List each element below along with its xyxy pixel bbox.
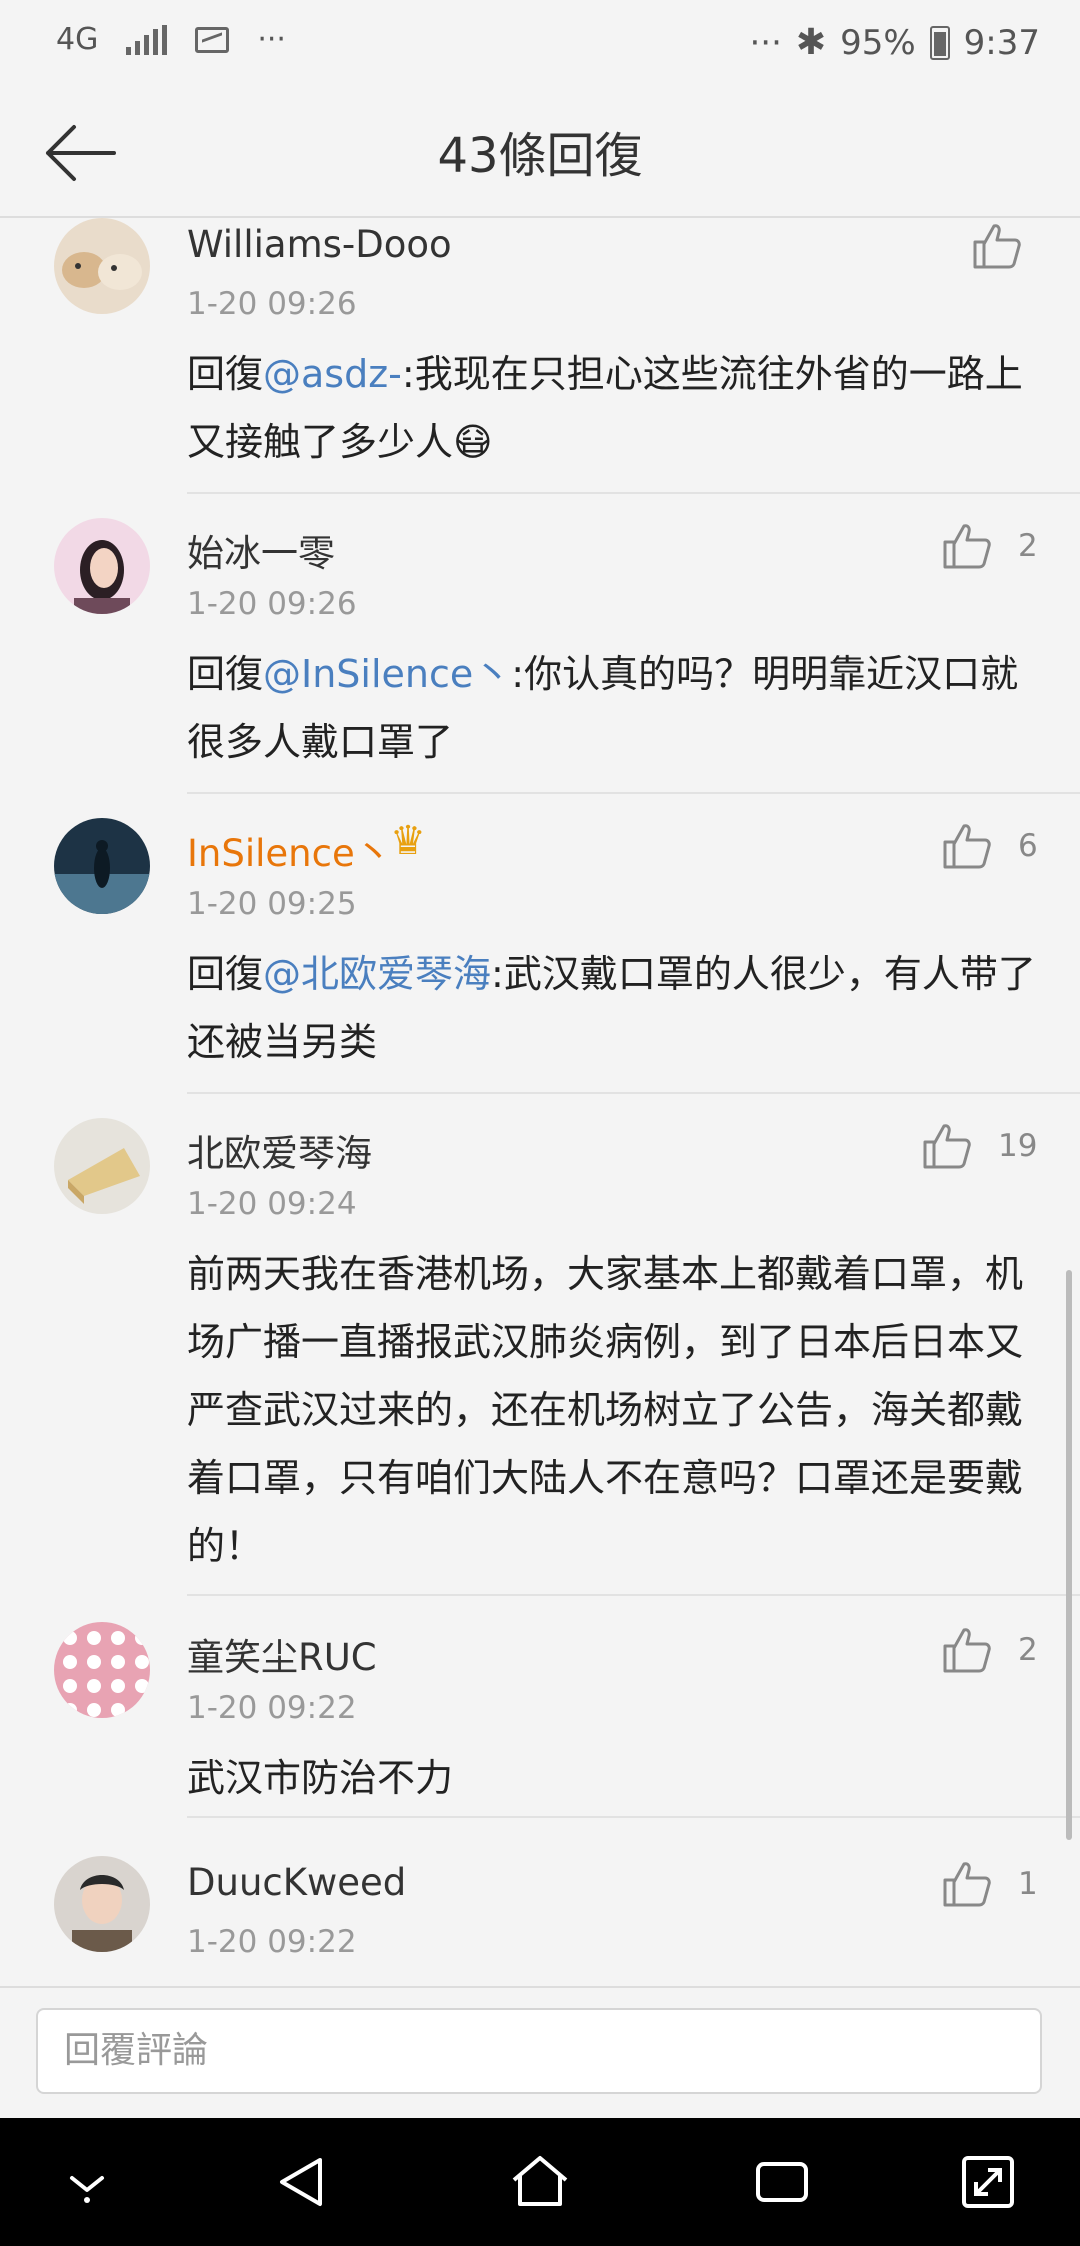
reply-input[interactable]: 回覆評論 (36, 2008, 1042, 2094)
reply-bar: 回覆評論 (0, 1986, 1080, 2118)
recents-icon[interactable] (752, 2152, 812, 2212)
comment-time: 1-20 09:25 (187, 886, 357, 922)
like-count: 2 (1018, 528, 1038, 564)
page-title: 43條回復 (437, 128, 643, 184)
thumbs-up-icon (923, 1124, 971, 1169)
clock: 9:37 (963, 22, 1040, 63)
avatar[interactable] (54, 218, 150, 314)
avatar[interactable] (54, 1118, 150, 1214)
status-right: ··· ✱ 95% 9:37 (749, 22, 1040, 63)
comment-text: 前两天我在香港机场，大家基本上都戴着口罩，机场广播一直播报武汉肺炎病例，到了日本… (187, 1240, 1037, 1580)
like-button[interactable]: 6 (942, 822, 1038, 870)
avatar[interactable] (54, 1622, 150, 1718)
comment-item[interactable]: Williams-Dooo 1-20 09:26 回復@asdz-:我现在只担心… (0, 218, 1080, 494)
crown-icon: ♛ (390, 818, 426, 864)
reply-prefix: 回復 (187, 952, 264, 996)
mention-link[interactable]: @InSilence丶 (263, 652, 511, 696)
like-button[interactable]: 1 (942, 1860, 1038, 1908)
divider (187, 492, 1080, 494)
comment-body: 武汉市防治不力 (187, 1756, 454, 1800)
chevron-down-icon[interactable] (62, 2152, 112, 2212)
avatar[interactable] (54, 1856, 150, 1952)
expand-icon[interactable] (958, 2152, 1018, 2212)
thumbs-up-icon (943, 524, 991, 569)
mention-link[interactable]: @asdz- (263, 352, 402, 396)
comment-text: 回復@北欧爱琴海:武汉戴口罩的人很少，有人带了还被当另类 (187, 940, 1037, 1076)
comment-text: 武汉市防治不力 (187, 1744, 1037, 1812)
comment-item[interactable]: InSilence丶 ♛ 6 1-20 09:25 回復@北欧爱琴海:武汉戴口罩… (0, 818, 1080, 1094)
comment-item[interactable]: DuucKweed 1 1-20 09:22 (0, 1856, 1080, 1986)
scrollbar[interactable] (1066, 1270, 1072, 1840)
thumbs-up-icon (943, 1628, 991, 1673)
comment-author[interactable]: 北欧爱琴海 (187, 1123, 372, 1177)
avatar[interactable] (54, 518, 150, 614)
like-count: 1 (1018, 1866, 1038, 1902)
bluetooth-icon: ✱ (795, 22, 827, 63)
comment-author[interactable]: Williams-Dooo (187, 223, 452, 266)
divider (187, 792, 1080, 794)
mention-link[interactable]: @北欧爱琴海 (263, 952, 491, 996)
thumbs-up-icon (943, 824, 991, 869)
more-status: ··· (749, 22, 782, 63)
image-notification-icon (195, 26, 230, 53)
top-app-bar: 43條回復 (0, 90, 1080, 218)
comment-author[interactable]: DuucKweed (187, 1861, 406, 1904)
divider (187, 1816, 1080, 1818)
reply-prefix: 回復 (187, 652, 264, 696)
like-count: 2 (1018, 1632, 1038, 1668)
thumbs-up-icon (973, 224, 1021, 269)
back-triangle-icon[interactable] (272, 2152, 332, 2212)
comment-item[interactable]: 北欧爱琴海 19 1-20 09:24 前两天我在香港机场，大家基本上都戴着口罩… (0, 1118, 1080, 1596)
thumbs-up-icon (943, 1862, 991, 1907)
home-icon[interactable] (508, 2152, 572, 2212)
signal-icon (126, 24, 168, 55)
like-button[interactable] (972, 222, 1048, 270)
status-left: 4G ··· (56, 22, 286, 57)
system-navigation-bar (0, 2118, 1080, 2246)
comment-item[interactable]: 始冰一零 2 1-20 09:26 回復@InSilence丶:你认真的吗？明明… (0, 518, 1080, 794)
comment-time: 1-20 09:26 (187, 286, 357, 322)
network-indicator: 4G (56, 22, 99, 57)
comment-author[interactable]: InSilence丶 (187, 823, 392, 877)
comment-text: 回復@asdz-:我现在只担心这些流往外省的一路上又接触了多少人😷 (187, 340, 1037, 476)
like-count: 19 (998, 1128, 1038, 1164)
battery-icon (929, 25, 950, 60)
comment-time: 1-20 09:22 (187, 1924, 357, 1960)
avatar[interactable] (54, 818, 150, 914)
divider (187, 1594, 1080, 1596)
battery-percent: 95% (840, 22, 916, 63)
comment-time: 1-20 09:22 (187, 1690, 357, 1726)
comment-item[interactable]: 童笑尘RUC 2 1-20 09:22 武汉市防治不力 (0, 1622, 1080, 1818)
divider (187, 1092, 1080, 1094)
like-button[interactable]: 19 (922, 1122, 1037, 1170)
like-button[interactable]: 2 (942, 1626, 1038, 1674)
reply-prefix: 回復 (187, 352, 264, 396)
more-notifications: ··· (257, 22, 286, 57)
comment-author[interactable]: 始冰一零 (187, 523, 335, 577)
comment-time: 1-20 09:26 (187, 586, 357, 622)
comment-text: 回復@InSilence丶:你认真的吗？明明靠近汉口就很多人戴口罩了 (187, 640, 1037, 776)
comment-author[interactable]: 童笑尘RUC (187, 1627, 377, 1681)
like-count: 6 (1018, 828, 1038, 864)
comment-time: 1-20 09:24 (187, 1186, 357, 1222)
status-bar: 4G ··· ··· ✱ 95% 9:37 (0, 0, 1080, 90)
like-button[interactable]: 2 (942, 522, 1038, 570)
comment-body: 前两天我在香港机场，大家基本上都戴着口罩，机场广播一直播报武汉肺炎病例，到了日本… (187, 1252, 1024, 1568)
